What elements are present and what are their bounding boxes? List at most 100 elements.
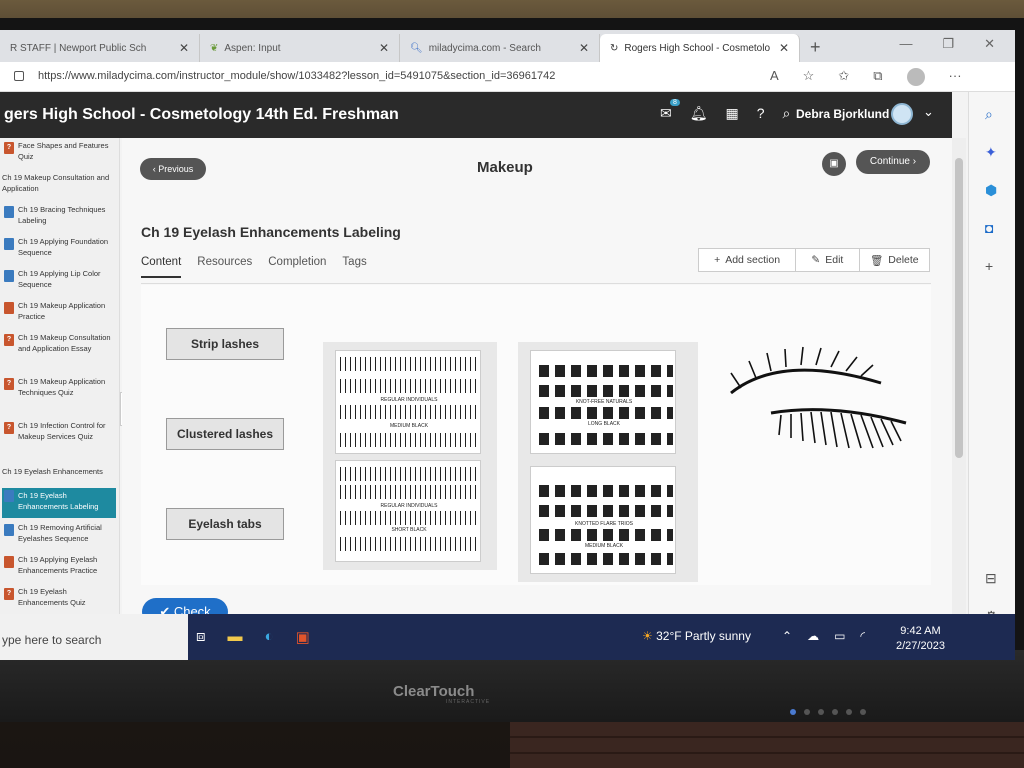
course-title: gers High School - Cosmetology 14th Ed. … xyxy=(4,106,399,123)
restore-icon[interactable]: ❐ xyxy=(942,36,954,52)
content-tabs: Content Resources Completion Tags xyxy=(141,256,367,278)
section-actions: + Add section ✎ Edit 🗑︎ Delete xyxy=(698,248,930,272)
cluster-lashes-image[interactable]: KNOT-FREE NATURALS LONG BLACK KNOTTED FL… xyxy=(518,342,698,582)
sidebar-item[interactable]: ? Ch 19 Eyelash Enhancements Quiz xyxy=(2,586,116,608)
document-icon xyxy=(4,524,14,536)
search-icon[interactable]: ⌕ xyxy=(985,106,993,123)
powerpoint-icon[interactable]: ▣ xyxy=(296,628,310,646)
tab-tags[interactable]: Tags xyxy=(342,256,366,278)
address-bar: https://www.miladycima.com/instructor_mo… xyxy=(0,62,1015,92)
strip-lash-image[interactable] xyxy=(721,343,921,473)
sparkle-icon[interactable]: ✦ xyxy=(985,144,997,161)
document-icon xyxy=(4,238,14,250)
favorites-add-icon[interactable]: ☆ xyxy=(803,68,815,86)
tab-resources[interactable]: Resources xyxy=(197,256,252,278)
individual-lashes-image[interactable]: REGULAR INDIVIDUALS MEDIUM BLACK REGULAR… xyxy=(323,342,497,570)
sidebar-item[interactable]: Ch 19 Makeup Application Practice xyxy=(2,300,116,322)
task-view-icon[interactable]: ⧈ xyxy=(196,628,206,646)
section-title: Makeup xyxy=(477,159,533,176)
previous-button[interactable]: ‹ Previous xyxy=(140,158,206,180)
sun-cloud-icon: ☀ xyxy=(642,629,653,643)
browser-tab-active[interactable]: ↻ Rogers High School - Cosmetolo ✕ xyxy=(600,34,800,62)
page-title: Ch 19 Eyelash Enhancements Labeling xyxy=(141,224,401,240)
taskbar-icons: ⧈ ▬ ◐ ▣ xyxy=(196,628,310,646)
label-strip-lashes[interactable]: Strip lashes xyxy=(166,328,284,360)
new-tab-button[interactable]: + xyxy=(800,37,831,62)
favorites-icon[interactable]: ✩ xyxy=(838,68,849,86)
browser-tab[interactable]: ❦ Aspen: Input ✕ xyxy=(200,34,400,62)
close-icon[interactable]: ✕ xyxy=(779,41,789,55)
labeling-canvas: Strip lashes Clustered lashes Eyelash ta… xyxy=(141,285,931,585)
add-icon[interactable]: + xyxy=(985,258,993,274)
sidebar-item[interactable]: Ch 19 Applying Foundation Sequence xyxy=(2,236,116,258)
label-eyelash-tabs[interactable]: Eyelash tabs xyxy=(166,508,284,540)
label-clustered-lashes[interactable]: Clustered lashes xyxy=(166,418,284,450)
user-name[interactable]: Debra Bjorklund xyxy=(796,107,889,121)
browser-tab[interactable]: R STAFF | Newport Public Sch ✕ xyxy=(0,34,200,62)
clock[interactable]: 9:42 AM 2/27/2023 xyxy=(896,624,945,654)
sidebar-item[interactable]: Ch 19 Applying Lip Color Sequence xyxy=(2,268,116,290)
office-icon[interactable]: ⬢ xyxy=(985,182,997,199)
chevron-down-icon[interactable]: ⌄ xyxy=(923,104,934,120)
scrollbar-thumb[interactable] xyxy=(955,158,963,458)
tab-completion[interactable]: Completion xyxy=(268,256,326,278)
sidebar-item[interactable]: ? Face Shapes and Features Quiz xyxy=(2,140,116,162)
edge-icon[interactable]: ◐ xyxy=(265,628,274,646)
sidebar-item[interactable]: Ch 19 Makeup Consultation and Applicatio… xyxy=(2,172,116,194)
scrollbar[interactable] xyxy=(952,138,966,614)
add-section-button[interactable]: + Add section xyxy=(699,249,797,271)
pencil-icon: ✎ xyxy=(811,254,821,266)
practice-icon xyxy=(4,556,14,568)
read-aloud-icon[interactable]: A xyxy=(770,68,779,86)
sidebar-item[interactable]: ? Ch 19 Makeup Consultation and Applicati… xyxy=(2,332,116,354)
sidebar-item[interactable]: Ch 19 Bracing Techniques Labeling xyxy=(2,204,116,226)
avatar[interactable] xyxy=(891,103,913,125)
continue-button[interactable]: Continue › xyxy=(856,150,930,174)
close-window-icon[interactable]: ✕ xyxy=(984,36,995,52)
course-sidebar: ? Face Shapes and Features Quiz Ch 19 Mak… xyxy=(0,138,120,614)
divider xyxy=(141,283,931,284)
close-icon[interactable]: ✕ xyxy=(379,41,389,55)
sidebar-item[interactable]: Ch 19 Removing Artificial Eyelashes Sequ… xyxy=(2,522,116,544)
sidebar-item[interactable]: Ch 19 Applying Eyelash Enhancements Prac… xyxy=(2,554,116,576)
browser-tab[interactable]: 🔍︎ miladycima.com - Search ✕ xyxy=(400,34,600,62)
edit-button[interactable]: ✎ Edit xyxy=(796,249,860,271)
weather-widget[interactable]: ☀ 32°F Partly sunny xyxy=(642,629,751,643)
sidebar-item[interactable]: Ch 19 Eyelash Enhancements xyxy=(2,466,116,477)
delete-button[interactable]: 🗑︎ Delete xyxy=(860,249,929,271)
quiz-icon: ? xyxy=(4,378,14,390)
document-icon xyxy=(4,270,14,282)
close-icon[interactable]: ✕ xyxy=(579,41,589,55)
browser-tabbar: R STAFF | Newport Public Sch ✕ ❦ Aspen: In… xyxy=(0,30,1015,62)
monitor-brand: ClearTouch xyxy=(393,683,475,700)
close-icon[interactable]: ✕ xyxy=(179,41,189,55)
help-icon[interactable]: ? xyxy=(757,105,765,122)
system-tray: ⌃ ☁ ▭ ◜ xyxy=(782,629,865,643)
battery-icon[interactable]: ▭ xyxy=(834,629,845,643)
more-icon[interactable]: ··· xyxy=(949,68,962,86)
file-explorer-icon[interactable]: ▬ xyxy=(228,628,243,646)
bell-icon[interactable]: 🔔︎ xyxy=(690,105,708,122)
url-field[interactable]: https://www.miladycima.com/instructor_mo… xyxy=(38,70,555,82)
taskbar-search[interactable]: ype here to search xyxy=(0,614,188,660)
minimize-icon[interactable]: — xyxy=(899,36,912,52)
address-bar-icons: A ☆ ✩ ⧉ ··· xyxy=(770,68,962,86)
search-icon[interactable]: ⌕ xyxy=(783,105,791,122)
network-icon[interactable]: ☁ xyxy=(807,629,819,643)
mail-icon[interactable]: ✉ xyxy=(660,105,672,122)
chevron-up-icon[interactable]: ⌃ xyxy=(782,629,792,643)
profile-icon[interactable] xyxy=(906,68,925,86)
sidebar-item[interactable]: ? Ch 19 Makeup Application Techniques Qui… xyxy=(2,376,116,398)
collections-icon[interactable]: ⧉ xyxy=(873,68,882,86)
calendar-icon[interactable]: ▦ xyxy=(726,105,739,122)
wifi-icon[interactable]: ◜ xyxy=(860,629,865,643)
outlook-icon[interactable]: ◘ xyxy=(985,220,993,236)
sidebar-item-active[interactable]: Ch 19 Eyelash Enhancements Labeling xyxy=(2,488,116,518)
monitor-buttons xyxy=(790,709,866,715)
split-icon[interactable]: ⊟ xyxy=(985,570,997,587)
lash-tray: KNOTTED FLARE TRIOS MEDIUM BLACK xyxy=(530,466,676,574)
sidebar-item[interactable]: ? Ch 19 Infection Control for Makeup Serv… xyxy=(2,420,116,442)
monitor-brand-sub: INTERACTIVE xyxy=(446,699,491,705)
present-icon[interactable]: ▣ xyxy=(822,152,846,176)
tab-content[interactable]: Content xyxy=(141,256,182,278)
